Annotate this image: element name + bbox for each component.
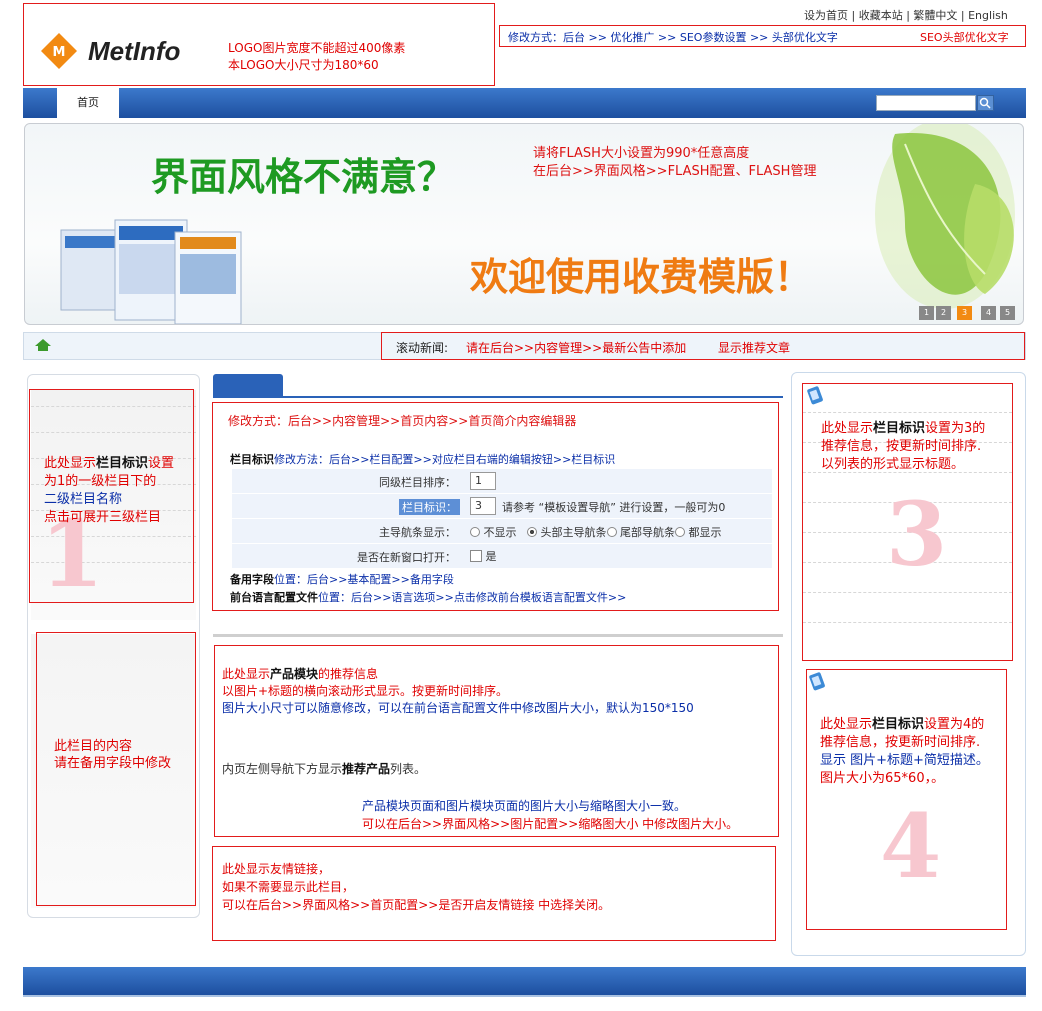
- top-links: 设为首页 | 收藏本站 | 繁體中文 | English: [804, 9, 1008, 22]
- set-homepage-link[interactable]: 设为首页: [804, 9, 848, 22]
- links-text: 此处显示友情链接， 如果不需要显示此栏目， 可以在后台>>界面风格>>首页配置>…: [222, 862, 611, 912]
- news-recommend: 显示推荐文章: [718, 341, 791, 355]
- slide-button-1[interactable]: 1: [919, 306, 934, 320]
- banner-headline: 界面风格不满意？: [151, 155, 456, 199]
- nav-home-tab[interactable]: 首页: [57, 88, 119, 118]
- form-row-sort: 同级栏目排序： 1: [232, 469, 772, 493]
- identifier-input[interactable]: 3: [470, 497, 496, 515]
- right-big-number-4: 4: [880, 794, 942, 898]
- radio-hide[interactable]: [470, 527, 480, 537]
- new-window-option: 是: [470, 548, 497, 564]
- slide-button-3[interactable]: 3: [957, 306, 972, 320]
- right-text-3: 此处显示栏目标识设置为3的 推荐信息，按更新时间排序. 以列表的形式显示标题。: [821, 421, 986, 472]
- slide-button-4[interactable]: 4: [981, 306, 996, 320]
- products-size-note: 产品模块页面和图片模块页面的图片大小与缩略图大小一致。: [362, 799, 687, 813]
- logo-note-width: LOGO图片宽度不能超过400像素: [228, 41, 406, 55]
- footer-bar: [23, 967, 1026, 995]
- banner-note-size: 请将FLASH大小设置为990*任意高度: [533, 146, 750, 161]
- spare-field-line: 备用字段位置：后台>>基本配置>>备用字段: [230, 573, 454, 586]
- logo-icon[interactable]: M: [40, 32, 78, 70]
- bookmark-link[interactable]: 收藏本站: [859, 9, 903, 22]
- intro-col-label: 栏目标识修改方法：后台>>栏目配置>>对应栏目右端的编辑按钮>>栏目标识: [230, 453, 616, 466]
- nav-display-options: 不显示 头部主导航条 尾部导航条 都显示: [470, 524, 722, 540]
- traditional-chinese-link[interactable]: 繁體中文: [913, 9, 957, 22]
- form-row-new-window: 是否在新窗口打开： 是: [232, 544, 772, 568]
- new-window-checkbox[interactable]: [470, 550, 482, 562]
- products-divider: [213, 634, 783, 637]
- slide-button-2[interactable]: 2: [936, 306, 951, 320]
- intro-divider: [213, 396, 783, 398]
- slide-button-5[interactable]: 5: [1000, 306, 1015, 320]
- radio-header-nav[interactable]: [527, 527, 537, 537]
- news-label: 滚动新闻:: [396, 341, 449, 355]
- seo-label: SEO头部优化文字: [920, 31, 1009, 44]
- form-row-identifier: 栏目标识： 3 请参考 “模板设置导航” 进行设置，一般可为0: [232, 494, 772, 518]
- intro-path: 修改方式：后台>>内容管理>>首页内容>>首页简介内容编辑器: [228, 414, 577, 428]
- banner: 界面风格不满意？ 请将FLASH大小设置为990*任意高度 在后台>>界面风格>…: [24, 123, 1024, 325]
- footer-line: [23, 995, 1026, 997]
- svg-text:M: M: [53, 45, 66, 60]
- products-inner-nav: 内页左侧导航下方显示推荐产品列表。: [222, 762, 427, 776]
- form-row-nav-display: 主导航条显示： 不显示 头部主导航条 尾部导航条 都显示: [232, 519, 772, 543]
- notebook-icon: [806, 385, 826, 408]
- intro-tab: [213, 374, 283, 396]
- news-text[interactable]: 请在后台>>内容管理>>最新公告中添加: [466, 339, 686, 356]
- notebook-icon: [808, 671, 828, 694]
- sort-input[interactable]: 1: [470, 472, 496, 490]
- lang-config-line: 前台语言配置文件位置：后台>>语言选项>>点击修改前台模板语言配置文件>>: [230, 591, 627, 604]
- english-link[interactable]: English: [968, 9, 1008, 22]
- radio-both[interactable]: [675, 527, 685, 537]
- products-text: 此处显示产品模块的推荐信息 以图片+标题的横向滚动形式显示。按更新时间排序。 图…: [222, 667, 694, 715]
- left-text-2: 此栏目的内容 请在备用字段中修改: [54, 739, 172, 771]
- search-icon[interactable]: [977, 95, 994, 111]
- banner-welcome: 欢迎使用收费模版！: [470, 255, 813, 299]
- radio-footer-nav[interactable]: [606, 527, 617, 537]
- logo-text[interactable]: MetInfo: [88, 36, 180, 67]
- left-text-1: 此处显示栏目标识设置 为1的一级栏目下的 二级栏目名称 点击可展开三级栏目: [44, 456, 175, 525]
- right-big-number-3: 3: [886, 482, 948, 586]
- logo-note-size: 本LOGO大小尺寸为180*60: [228, 58, 379, 72]
- banner-note-path: 在后台>>界面风格>>FLASH配置、FLASH管理: [533, 164, 817, 179]
- products-size-path: 可以在后台>>界面风格>>图片配置>>缩略图大小 中修改图片大小。: [362, 817, 739, 831]
- seo-path: 修改方式：后台 >> 优化推广 >> SEO参数设置 >> 头部优化文字: [508, 31, 838, 44]
- search-input[interactable]: [876, 95, 976, 111]
- identifier-hint: 请参考 “模板设置导航” 进行设置，一般可为0: [502, 501, 726, 514]
- home-icon: [34, 338, 52, 355]
- right-text-4: 此处显示栏目标识设置为4的 推荐信息，按更新时间排序. 显示 图片+标题+简短描…: [820, 717, 989, 786]
